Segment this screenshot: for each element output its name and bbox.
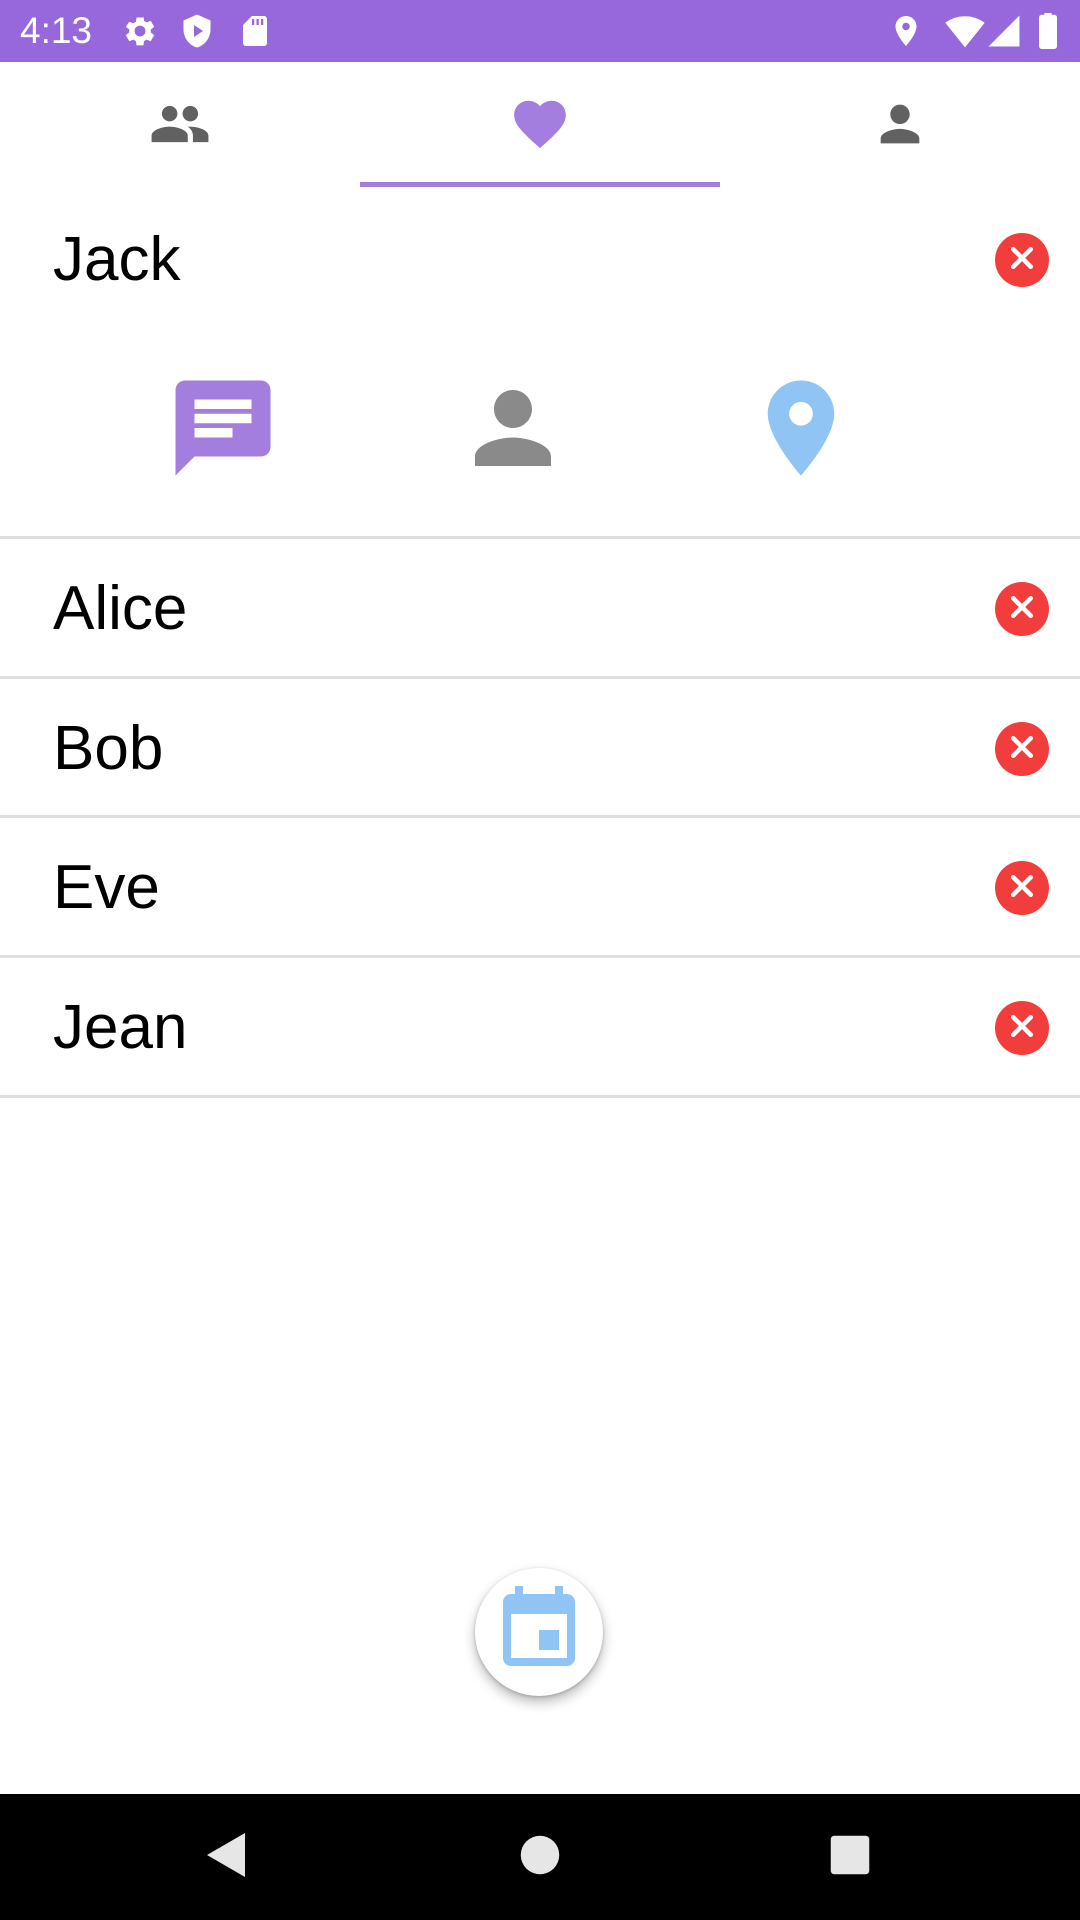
gear-icon (122, 13, 158, 49)
tab-profile[interactable] (720, 62, 1080, 190)
status-bar: 4:13 (0, 0, 1080, 62)
remove-contact-button[interactable] (995, 861, 1049, 915)
heart-icon (509, 93, 571, 160)
close-icon (1007, 1011, 1037, 1046)
contact-name: Jean (53, 993, 188, 1062)
remove-contact-button[interactable] (995, 1001, 1049, 1055)
wifi-icon (945, 13, 985, 49)
signal-icon (987, 13, 1021, 49)
person-icon (871, 95, 929, 158)
location-pin-icon (744, 371, 858, 490)
close-icon (1007, 592, 1037, 627)
shield-play-icon (179, 13, 215, 49)
tab-favorites[interactable] (360, 62, 720, 190)
recents-button[interactable] (820, 1827, 880, 1887)
system-nav-bar (0, 1794, 1080, 1920)
close-icon (1007, 732, 1037, 767)
contact-name: Bob (53, 714, 164, 783)
home-icon (519, 1834, 561, 1881)
calendar-fab-button[interactable] (475, 1568, 603, 1696)
close-icon (1007, 243, 1037, 278)
status-time: 4:13 (20, 10, 93, 51)
contact-actions (0, 370, 1080, 510)
calendar-icon (491, 1582, 587, 1683)
remove-contact-button[interactable] (995, 722, 1049, 776)
person-icon (456, 371, 570, 490)
selected-contact-name: Jack (53, 225, 181, 294)
location-icon (888, 13, 924, 49)
list-item[interactable]: Eve (0, 818, 1080, 958)
remove-contact-button[interactable] (995, 582, 1049, 636)
location-action[interactable] (741, 370, 861, 490)
tab-selected-indicator (360, 182, 720, 187)
group-icon (149, 93, 211, 160)
home-button[interactable] (510, 1827, 570, 1887)
contact-name: Eve (53, 853, 160, 922)
back-button[interactable] (195, 1827, 255, 1887)
message-icon (166, 371, 280, 490)
recents-icon (829, 1834, 871, 1881)
app-screen: 4:13 Jack Alice Bob Eve Jean (0, 0, 1080, 1920)
list-item[interactable]: Alice (0, 539, 1080, 679)
tab-bar (0, 62, 1080, 190)
list-item[interactable]: Jean (0, 958, 1080, 1098)
remove-selected-button[interactable] (995, 233, 1049, 287)
close-icon (1007, 871, 1037, 906)
profile-action[interactable] (453, 370, 573, 490)
back-icon (201, 1829, 249, 1886)
sd-card-icon (237, 13, 273, 49)
battery-icon (1036, 13, 1060, 49)
tab-groups[interactable] (0, 62, 360, 190)
list-item[interactable]: Bob (0, 679, 1080, 819)
message-action[interactable] (163, 370, 283, 490)
contact-name: Alice (53, 574, 188, 643)
selected-contact-header: Jack (0, 190, 1080, 330)
divider (0, 1095, 1080, 1098)
